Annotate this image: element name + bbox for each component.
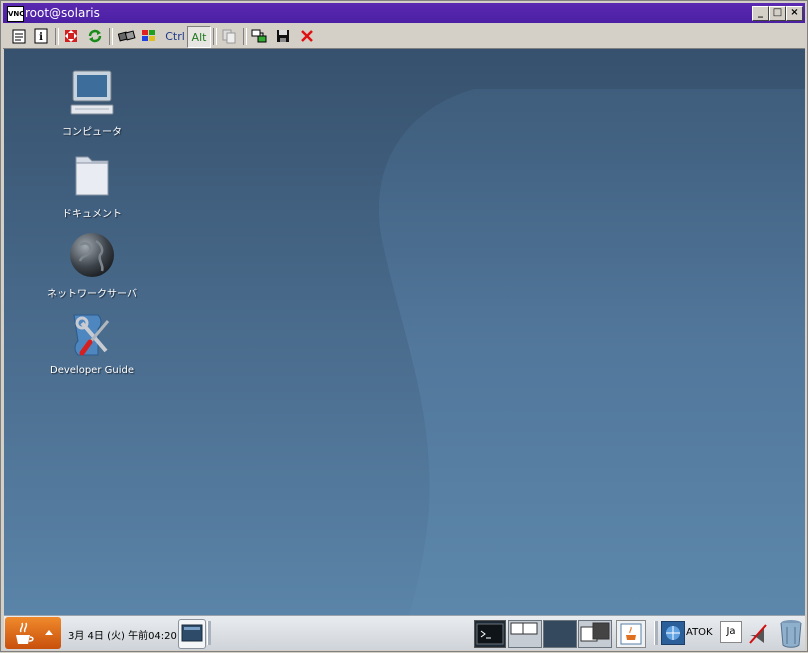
globe-icon [70, 233, 114, 277]
folder-icon [75, 156, 109, 196]
minimize-button[interactable]: _ [752, 6, 769, 21]
tools-icon [73, 314, 110, 356]
terminal-window-button[interactable] [474, 620, 506, 648]
desktop-icon-computer[interactable]: コンピュータ [42, 69, 142, 138]
workspace-thumbnail-icon [510, 622, 538, 635]
input-method-button[interactable] [661, 621, 685, 645]
new-connection-button[interactable] [249, 26, 269, 46]
desktop-icon-documents[interactable]: ドキュメント [42, 151, 142, 220]
toolbar-separator [109, 28, 113, 45]
svg-text:i: i [39, 32, 43, 43]
desktop-icon-label: コンピュータ [62, 127, 122, 138]
launch-menu-button[interactable] [5, 617, 61, 649]
workspace-thumbnail-icon [580, 622, 610, 642]
full-screen-button[interactable] [61, 26, 81, 46]
trash-can[interactable] [778, 618, 804, 648]
maximize-button[interactable]: □ [769, 6, 786, 21]
ctrl-key-button[interactable]: Ctrl [163, 26, 187, 46]
workspace-1[interactable] [508, 620, 542, 648]
menu-up-arrow-icon [45, 630, 53, 635]
refresh-screen-button[interactable] [85, 26, 105, 46]
desktop-icon-label: ドキュメント [62, 209, 122, 220]
trash-icon [780, 620, 802, 648]
windows-logo-icon [142, 30, 155, 41]
alt-key-button[interactable]: Alt [187, 26, 211, 48]
alt-key-label: Alt [191, 30, 207, 44]
bottom-panel: 3月 4日 (火) 午前04:20 ATOK Ja [4, 615, 805, 650]
save-connection-button[interactable] [273, 26, 293, 46]
atok-label[interactable]: ATOK [686, 627, 713, 638]
transfer-files-button[interactable] [219, 26, 239, 46]
terminal-icon [476, 623, 504, 645]
vnc-app-icon[interactable]: VNC [7, 6, 24, 22]
desktop-icon-network-servers[interactable]: ネットワークサーバ [42, 231, 142, 300]
info-icon: i [34, 28, 48, 44]
refresh-icon [88, 29, 102, 43]
panel-separator [207, 621, 211, 645]
show-desktop-icon [181, 624, 203, 642]
workspace-3[interactable] [578, 620, 612, 648]
panel-separator [654, 621, 658, 645]
new-connection-icon [251, 29, 267, 43]
remote-desktop[interactable]: コンピュータ ドキュメント ネットワークサーバ Developer Guide [4, 49, 805, 615]
keyboard-globe-icon [666, 626, 680, 640]
volume-muted-icon [749, 624, 767, 644]
full-screen-icon [65, 30, 77, 42]
toolbar-separator [243, 28, 247, 45]
title-bar[interactable]: VNC root@solaris _ □ × [3, 3, 805, 23]
floppy-disk-icon [277, 30, 289, 42]
show-desktop-button[interactable] [178, 619, 206, 649]
desktop-icon-label: ネットワークサーバ [47, 289, 137, 300]
copy-files-icon [222, 29, 236, 44]
desktop-icon-developer-guide[interactable]: Developer Guide [42, 311, 142, 376]
vnc-toolbar: i Ctrl Alt [3, 24, 805, 49]
close-button[interactable]: × [786, 6, 803, 21]
connection-info-button[interactable]: i [31, 26, 51, 46]
computer-icon [70, 70, 114, 115]
desktop-icon-label: Developer Guide [50, 365, 134, 376]
java-cup-icon [16, 622, 53, 644]
disconnect-button[interactable] [297, 26, 317, 46]
java-app-window-button[interactable] [616, 620, 646, 648]
toolbar-separator [213, 28, 217, 45]
send-ctrl-esc-button[interactable] [139, 26, 159, 46]
language-indicator[interactable]: Ja [720, 621, 742, 643]
vnc-viewer-window: VNC root@solaris _ □ × i Ctrl Alt コンピュータ… [0, 0, 808, 652]
send-ctrl-alt-del-button[interactable] [117, 26, 137, 46]
keyboard-keys-icon [118, 30, 136, 42]
workspace-2[interactable] [543, 620, 577, 648]
java-app-icon [620, 623, 642, 645]
window-title: root@solaris [25, 6, 100, 20]
ctrl-key-label: Ctrl [165, 29, 185, 43]
disconnect-x-icon [301, 30, 313, 42]
volume-control[interactable] [746, 621, 770, 645]
connection-options-button[interactable] [9, 26, 29, 46]
clipboard-options-icon [12, 29, 26, 44]
toolbar-separator [55, 28, 59, 45]
clock-date[interactable]: 3月 4日 (火) 午前04:20 [68, 627, 177, 642]
